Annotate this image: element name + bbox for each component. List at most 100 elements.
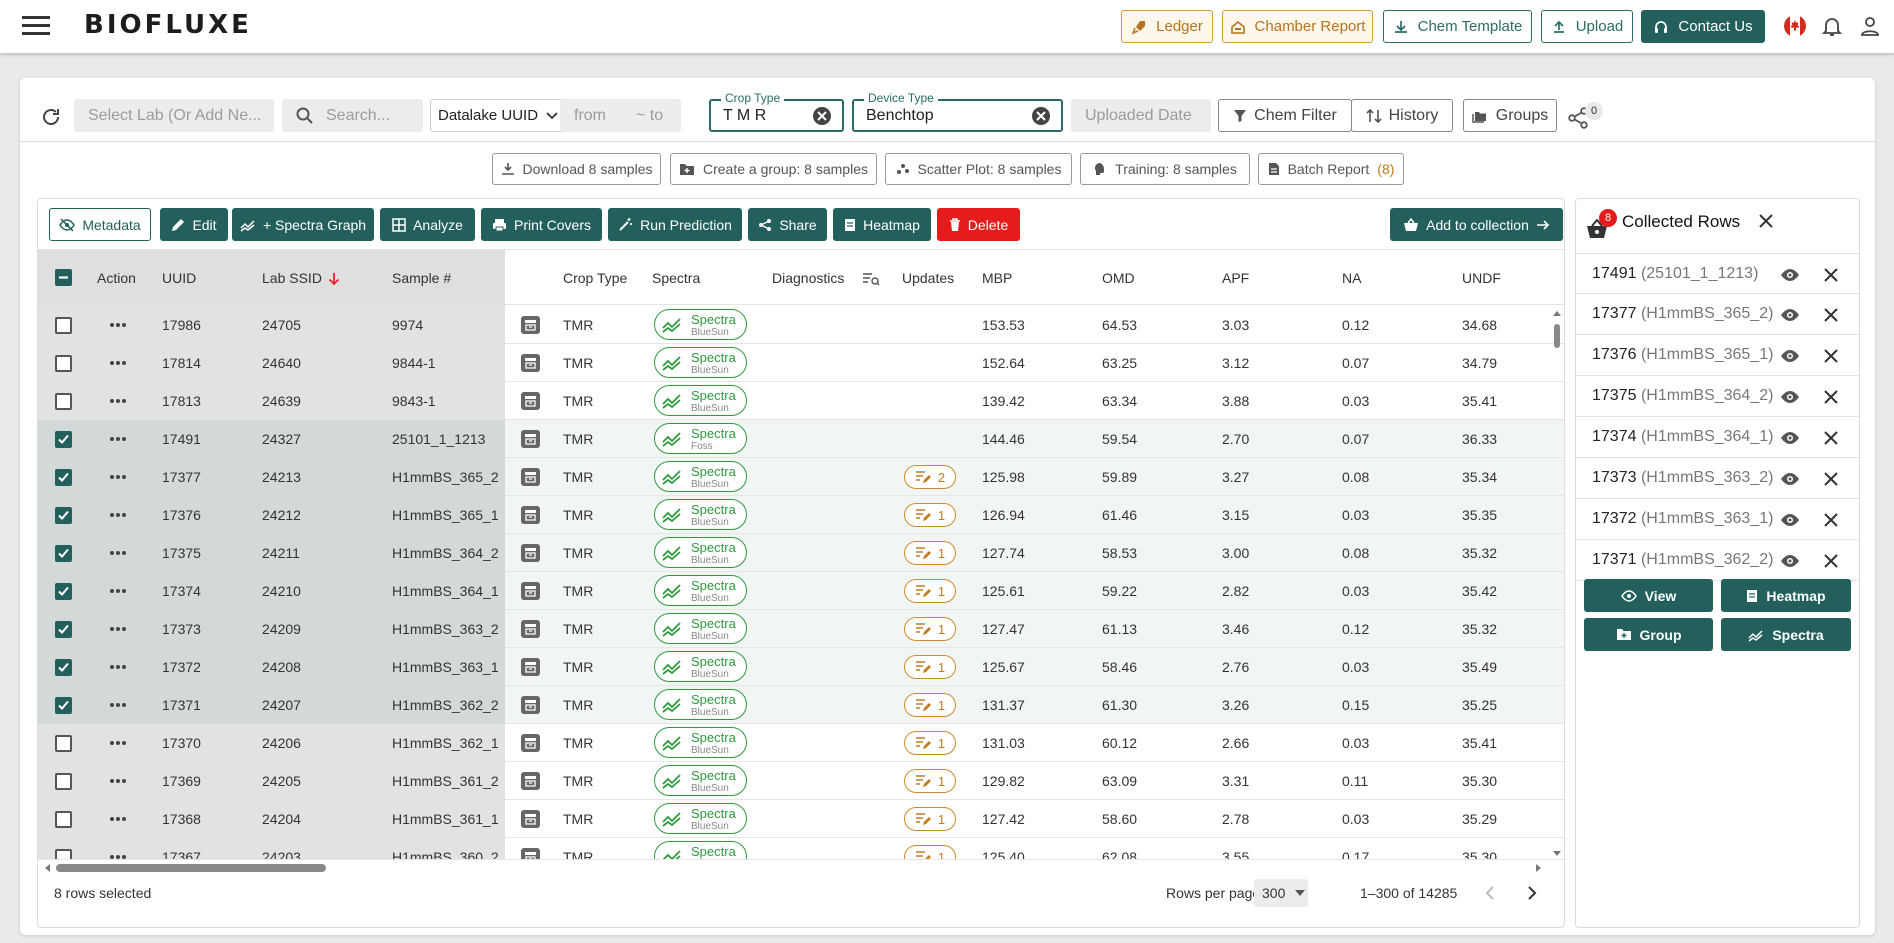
more-actions-icon[interactable] xyxy=(109,811,127,827)
heatmap-button[interactable]: Heatmap xyxy=(833,208,931,241)
col-sample[interactable]: Sample # xyxy=(392,270,451,286)
upload-button[interactable]: Upload xyxy=(1541,10,1633,43)
ledger-button[interactable]: Ledger xyxy=(1121,10,1213,43)
table-row[interactable]: 17375 24211 H1mmBS_364_2 TMR Spectra BlueSun 1… xyxy=(38,534,1564,572)
remove-icon[interactable] xyxy=(1824,554,1838,568)
close-icon[interactable] xyxy=(1758,213,1774,229)
lab-select[interactable]: Select Lab (Or Add Ne... xyxy=(74,99,274,132)
analyze-button[interactable]: Analyze xyxy=(380,208,475,241)
col-lab-ssid[interactable]: Lab SSID xyxy=(262,270,322,286)
clear-crop-icon[interactable] xyxy=(812,106,832,126)
spectra-chip[interactable]: SpectraBlueSun xyxy=(654,689,747,720)
updates-chip[interactable]: 1 xyxy=(904,655,956,679)
updates-chip[interactable]: 1 xyxy=(904,541,956,565)
col-undf[interactable]: UNDF xyxy=(1462,270,1501,286)
spectra-chip[interactable]: SpectraBlueSun xyxy=(654,537,747,568)
row-checkbox[interactable] xyxy=(55,507,72,524)
archive-icon[interactable] xyxy=(521,696,540,714)
archive-icon[interactable] xyxy=(521,848,540,859)
eye-icon[interactable] xyxy=(1780,268,1800,282)
more-actions-icon[interactable] xyxy=(109,583,127,599)
add-to-collection-button[interactable]: Add to collection xyxy=(1390,208,1563,241)
row-checkbox[interactable] xyxy=(55,469,72,486)
more-actions-icon[interactable] xyxy=(109,659,127,675)
more-actions-icon[interactable] xyxy=(109,697,127,713)
chamber-report-button[interactable]: Chamber Report xyxy=(1222,10,1373,43)
device-type-field[interactable]: Device Type Benchtop xyxy=(852,91,1063,132)
archive-icon[interactable] xyxy=(521,468,540,486)
row-checkbox[interactable] xyxy=(55,811,72,828)
rows-per-page-select[interactable]: 300 xyxy=(1254,879,1308,907)
spectra-chip[interactable]: SpectraBlueSun xyxy=(654,309,747,340)
more-actions-icon[interactable] xyxy=(109,355,127,371)
more-actions-icon[interactable] xyxy=(109,469,127,485)
next-page-icon[interactable] xyxy=(1526,885,1538,901)
remove-icon[interactable] xyxy=(1824,349,1838,363)
create-group-button[interactable]: Create a group: 8 samples xyxy=(670,153,877,185)
spectra-chip[interactable]: SpectraBlueSun xyxy=(654,765,747,796)
uploaded-date-input[interactable]: Uploaded Date xyxy=(1071,99,1211,132)
col-diagnostics[interactable]: Diagnostics xyxy=(772,270,844,286)
table-row[interactable]: 17374 24210 H1mmBS_364_1 TMR Spectra BlueSun 1… xyxy=(38,572,1564,610)
groups-button[interactable]: Groups xyxy=(1463,99,1557,132)
spectra-chip[interactable]: SpectraBlueSun xyxy=(654,385,747,416)
table-row[interactable]: 17371 24207 H1mmBS_362_2 TMR Spectra BlueSun 1… xyxy=(38,686,1564,724)
archive-icon[interactable] xyxy=(521,620,540,638)
row-checkbox[interactable] xyxy=(55,735,72,752)
from-input[interactable]: from ~ to xyxy=(560,99,681,132)
training-button[interactable]: Training: 8 samples xyxy=(1080,153,1250,185)
table-row[interactable]: 17376 24212 H1mmBS_365_1 TMR Spectra BlueSun 1… xyxy=(38,496,1564,534)
archive-icon[interactable] xyxy=(521,392,540,410)
col-updates[interactable]: Updates xyxy=(902,270,954,286)
spectra-chip[interactable]: SpectraBlueSun xyxy=(654,613,747,644)
crop-type-field[interactable]: Crop Type T M R xyxy=(709,91,844,132)
spectra-chip[interactable]: Spectra Foss xyxy=(654,423,747,454)
row-checkbox[interactable] xyxy=(55,583,72,600)
more-actions-icon[interactable] xyxy=(109,773,127,789)
table-row[interactable]: 17491 24327 25101_1_1213 TMR Spectra Foss 144.… xyxy=(38,420,1564,458)
share-button[interactable]: Share xyxy=(748,208,827,241)
table-row[interactable]: 17367 24203 H1mmBS_360_2 TMR SpectraBlueSun 1… xyxy=(38,838,1564,859)
horizontal-scrollbar[interactable] xyxy=(38,859,1564,875)
vertical-scrollbar[interactable] xyxy=(1551,306,1563,859)
eye-icon[interactable] xyxy=(1780,554,1800,568)
download-samples-button[interactable]: Download 8 samples xyxy=(492,153,661,185)
more-actions-icon[interactable] xyxy=(109,621,127,637)
spectra-chip[interactable]: SpectraBlueSun xyxy=(654,347,747,378)
share-count-button[interactable]: 0 xyxy=(1566,102,1606,130)
spectra-chip[interactable]: SpectraBlueSun xyxy=(654,461,747,492)
chem-filter-button[interactable]: Chem Filter xyxy=(1218,99,1352,132)
updates-chip[interactable]: 1 xyxy=(904,579,956,603)
eye-icon[interactable] xyxy=(1780,472,1800,486)
updates-chip[interactable]: 1 xyxy=(904,731,956,755)
updates-chip[interactable]: 1 xyxy=(904,807,956,831)
archive-icon[interactable] xyxy=(521,658,540,676)
updates-chip[interactable]: 1 xyxy=(904,617,956,641)
remove-icon[interactable] xyxy=(1824,268,1838,282)
contact-us-button[interactable]: Contact Us xyxy=(1641,10,1765,43)
more-actions-icon[interactable] xyxy=(109,545,127,561)
spectra-graph-button[interactable]: + Spectra Graph xyxy=(232,208,374,241)
table-row[interactable]: 17373 24209 H1mmBS_363_2 TMR Spectra BlueSun 1… xyxy=(38,610,1564,648)
more-actions-icon[interactable] xyxy=(109,735,127,751)
col-na[interactable]: NA xyxy=(1342,270,1361,286)
table-row[interactable]: 17814 24640 9844-1 TMR Spectra BlueSun 152.64 6… xyxy=(38,344,1564,382)
archive-icon[interactable] xyxy=(521,430,540,448)
remove-icon[interactable] xyxy=(1824,472,1838,486)
table-row[interactable]: 17813 24639 9843-1 TMR Spectra BlueSun 139.42 6… xyxy=(38,382,1564,420)
spectra-chip[interactable]: SpectraBlueSun xyxy=(654,727,747,758)
table-row[interactable]: 17370 24206 H1mmBS_362_1 TMR Spectra BlueSun 1… xyxy=(38,724,1564,762)
eye-icon[interactable] xyxy=(1780,390,1800,404)
archive-icon[interactable] xyxy=(521,810,540,828)
history-button[interactable]: History xyxy=(1351,99,1453,132)
archive-icon[interactable] xyxy=(521,354,540,372)
col-omd[interactable]: OMD xyxy=(1102,270,1135,286)
archive-icon[interactable] xyxy=(521,544,540,562)
updates-chip[interactable]: 1 xyxy=(904,769,956,793)
table-row[interactable]: 17986 24705 9974 TMR Spectra BlueSun 153.53 64.… xyxy=(38,306,1564,344)
remove-icon[interactable] xyxy=(1824,513,1838,527)
run-prediction-button[interactable]: Run Prediction xyxy=(608,208,742,241)
spectra-chip[interactable]: SpectraBlueSun xyxy=(654,803,747,834)
edit-button[interactable]: Edit xyxy=(160,208,228,241)
table-row[interactable]: 17377 24213 H1mmBS_365_2 TMR Spectra BlueSun 2… xyxy=(38,458,1564,496)
